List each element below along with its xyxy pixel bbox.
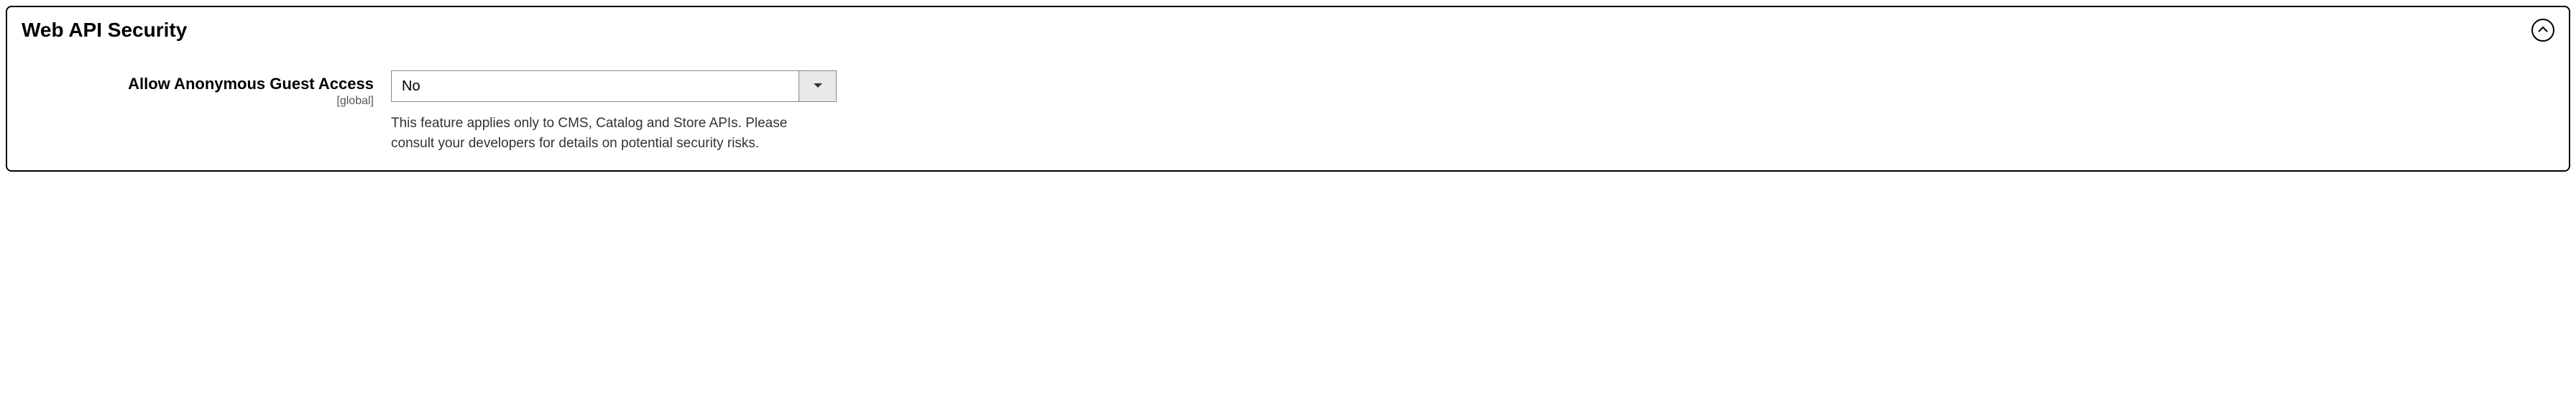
select-value: No [392, 71, 799, 101]
field-label: Allow Anonymous Guest Access [22, 75, 374, 93]
field-note: This feature applies only to CMS, Catalo… [391, 114, 822, 153]
config-section: Web API Security Allow Anonymous Guest A… [6, 6, 2570, 172]
caret-down-icon [813, 80, 823, 93]
anonymous-access-select[interactable]: No [391, 70, 837, 102]
collapse-toggle-button[interactable] [2531, 19, 2554, 42]
field-label-column: Allow Anonymous Guest Access [global] [22, 70, 374, 108]
config-field-row: Allow Anonymous Guest Access [global] No… [22, 70, 2554, 153]
field-scope: [global] [22, 95, 374, 108]
select-caret [799, 71, 836, 101]
section-title: Web API Security [22, 19, 187, 42]
chevron-up-icon [2538, 24, 2548, 37]
field-control-column: No This feature applies only to CMS, Cat… [391, 70, 837, 153]
section-header: Web API Security [22, 19, 2554, 42]
